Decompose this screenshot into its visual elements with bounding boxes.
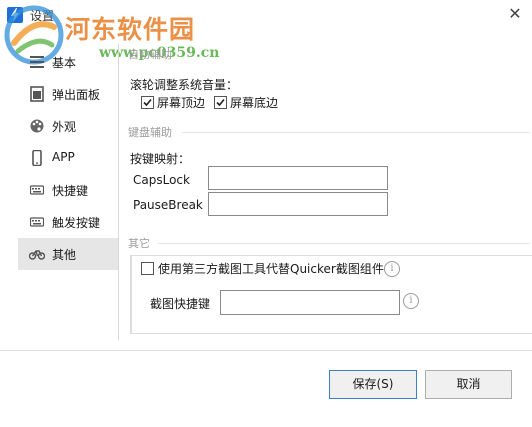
sidebar-item-trigger-keys[interactable]: 触发按键 — [18, 206, 118, 238]
capslock-mapping-input[interactable] — [208, 166, 388, 190]
sidebar-item-label: 触发按键 — [52, 216, 101, 230]
checkmark-icon — [216, 98, 225, 107]
sidebar-item-label: 快捷键 — [52, 184, 89, 198]
section-title-keyboard-assist: 键盘辅助 — [128, 126, 172, 139]
section-divider — [182, 132, 530, 133]
volume-label: 滚轮调整系统音量： — [130, 78, 239, 92]
third-party-screenshot-label: 使用第三方截图工具代替Quicker截图组件 — [158, 262, 384, 276]
third-party-screenshot-checkbox[interactable] — [141, 262, 154, 275]
bicycle-icon — [29, 250, 45, 260]
pausebreak-mapping-input[interactable] — [208, 192, 388, 216]
sidebar-item-label: 外观 — [52, 120, 77, 134]
sidebar-item-popup-panel[interactable]: 弹出面板 — [18, 78, 118, 110]
screenshot-hotkey-input[interactable] — [220, 290, 400, 315]
sidebar-item-label: 其他 — [52, 248, 77, 262]
sidebar-item-label: 基本 — [52, 56, 77, 70]
close-button[interactable]: ✕ — [498, 0, 532, 30]
top-edge-label: 屏幕顶边 — [157, 96, 206, 110]
top-edge-checkbox[interactable] — [141, 96, 154, 109]
list-icon — [30, 56, 44, 68]
popup-panel-icon — [30, 86, 44, 102]
watermark-title: 河东软件园 — [65, 15, 196, 44]
info-icon[interactable]: i — [403, 293, 419, 309]
sidebar-item-other[interactable]: 其他 — [18, 238, 118, 270]
phone-icon — [32, 150, 42, 166]
sidebar-item-hotkeys[interactable]: 快捷键 — [18, 174, 118, 206]
screenshot-hotkey-label: 截图快捷键 — [150, 297, 211, 311]
sidebar-item-basic[interactable]: 基本 — [18, 46, 118, 78]
save-button[interactable]: 保存(S) — [329, 370, 417, 399]
sidebar-nav: 基本 弹出面板 外观 APP 快捷键 触发按键 其他 — [18, 46, 118, 270]
bottom-edge-label: 屏幕底边 — [230, 96, 279, 110]
sidebar-item-label: 弹出面板 — [52, 88, 101, 102]
sidebar-item-appearance[interactable]: 外观 — [18, 110, 118, 142]
key-mapping-label: 按键映射： — [130, 152, 191, 166]
footer-divider — [0, 350, 532, 351]
section-divider — [158, 243, 530, 244]
info-icon[interactable]: i — [384, 261, 400, 277]
pausebreak-label: PauseBreak — [133, 198, 203, 212]
palette-icon — [30, 119, 44, 133]
checkmark-icon — [143, 98, 152, 107]
sidebar-item-app[interactable]: APP — [18, 142, 118, 174]
keyboard-icon — [30, 217, 44, 227]
capslock-label: CapsLock — [133, 173, 190, 187]
keyboard-icon — [30, 185, 44, 195]
sidebar-divider — [118, 44, 119, 340]
section-title-auto-assist: 自动辅助 — [128, 48, 172, 61]
cancel-button[interactable]: 取消 — [425, 370, 512, 399]
section-title-other: 其它 — [128, 237, 150, 250]
bottom-edge-checkbox[interactable] — [214, 96, 227, 109]
sidebar-item-label: APP — [52, 150, 75, 164]
